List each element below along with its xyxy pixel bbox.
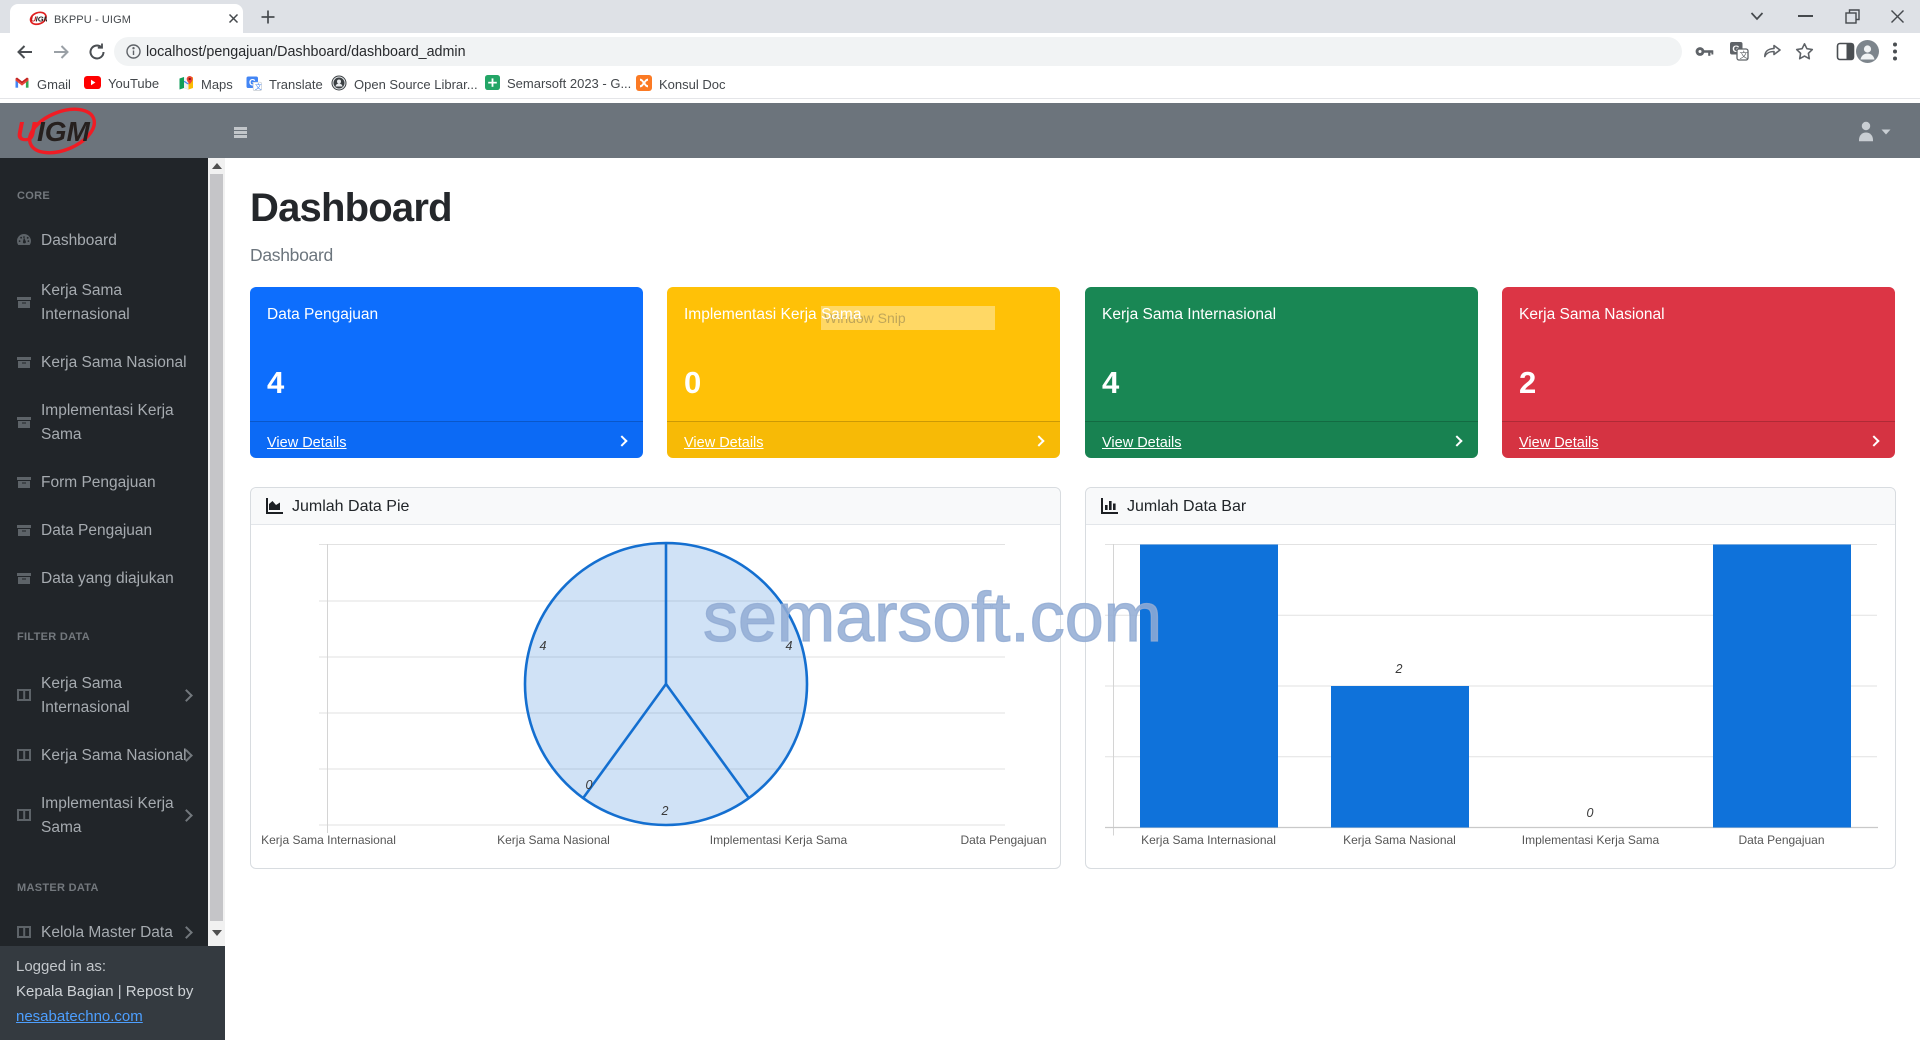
svg-text:IGM: IGM bbox=[37, 116, 91, 147]
svg-text:U: U bbox=[16, 116, 37, 147]
svg-text:文: 文 bbox=[1740, 50, 1749, 60]
svg-text:4: 4 bbox=[540, 639, 547, 653]
svg-text:2: 2 bbox=[1395, 662, 1403, 676]
svg-text:4: 4 bbox=[786, 639, 793, 653]
svg-text:IGM: IGM bbox=[36, 15, 47, 24]
svg-text:0: 0 bbox=[1587, 806, 1594, 820]
svg-text:2: 2 bbox=[661, 804, 669, 818]
svg-text:0: 0 bbox=[586, 778, 593, 792]
svg-text:文: 文 bbox=[255, 82, 262, 91]
